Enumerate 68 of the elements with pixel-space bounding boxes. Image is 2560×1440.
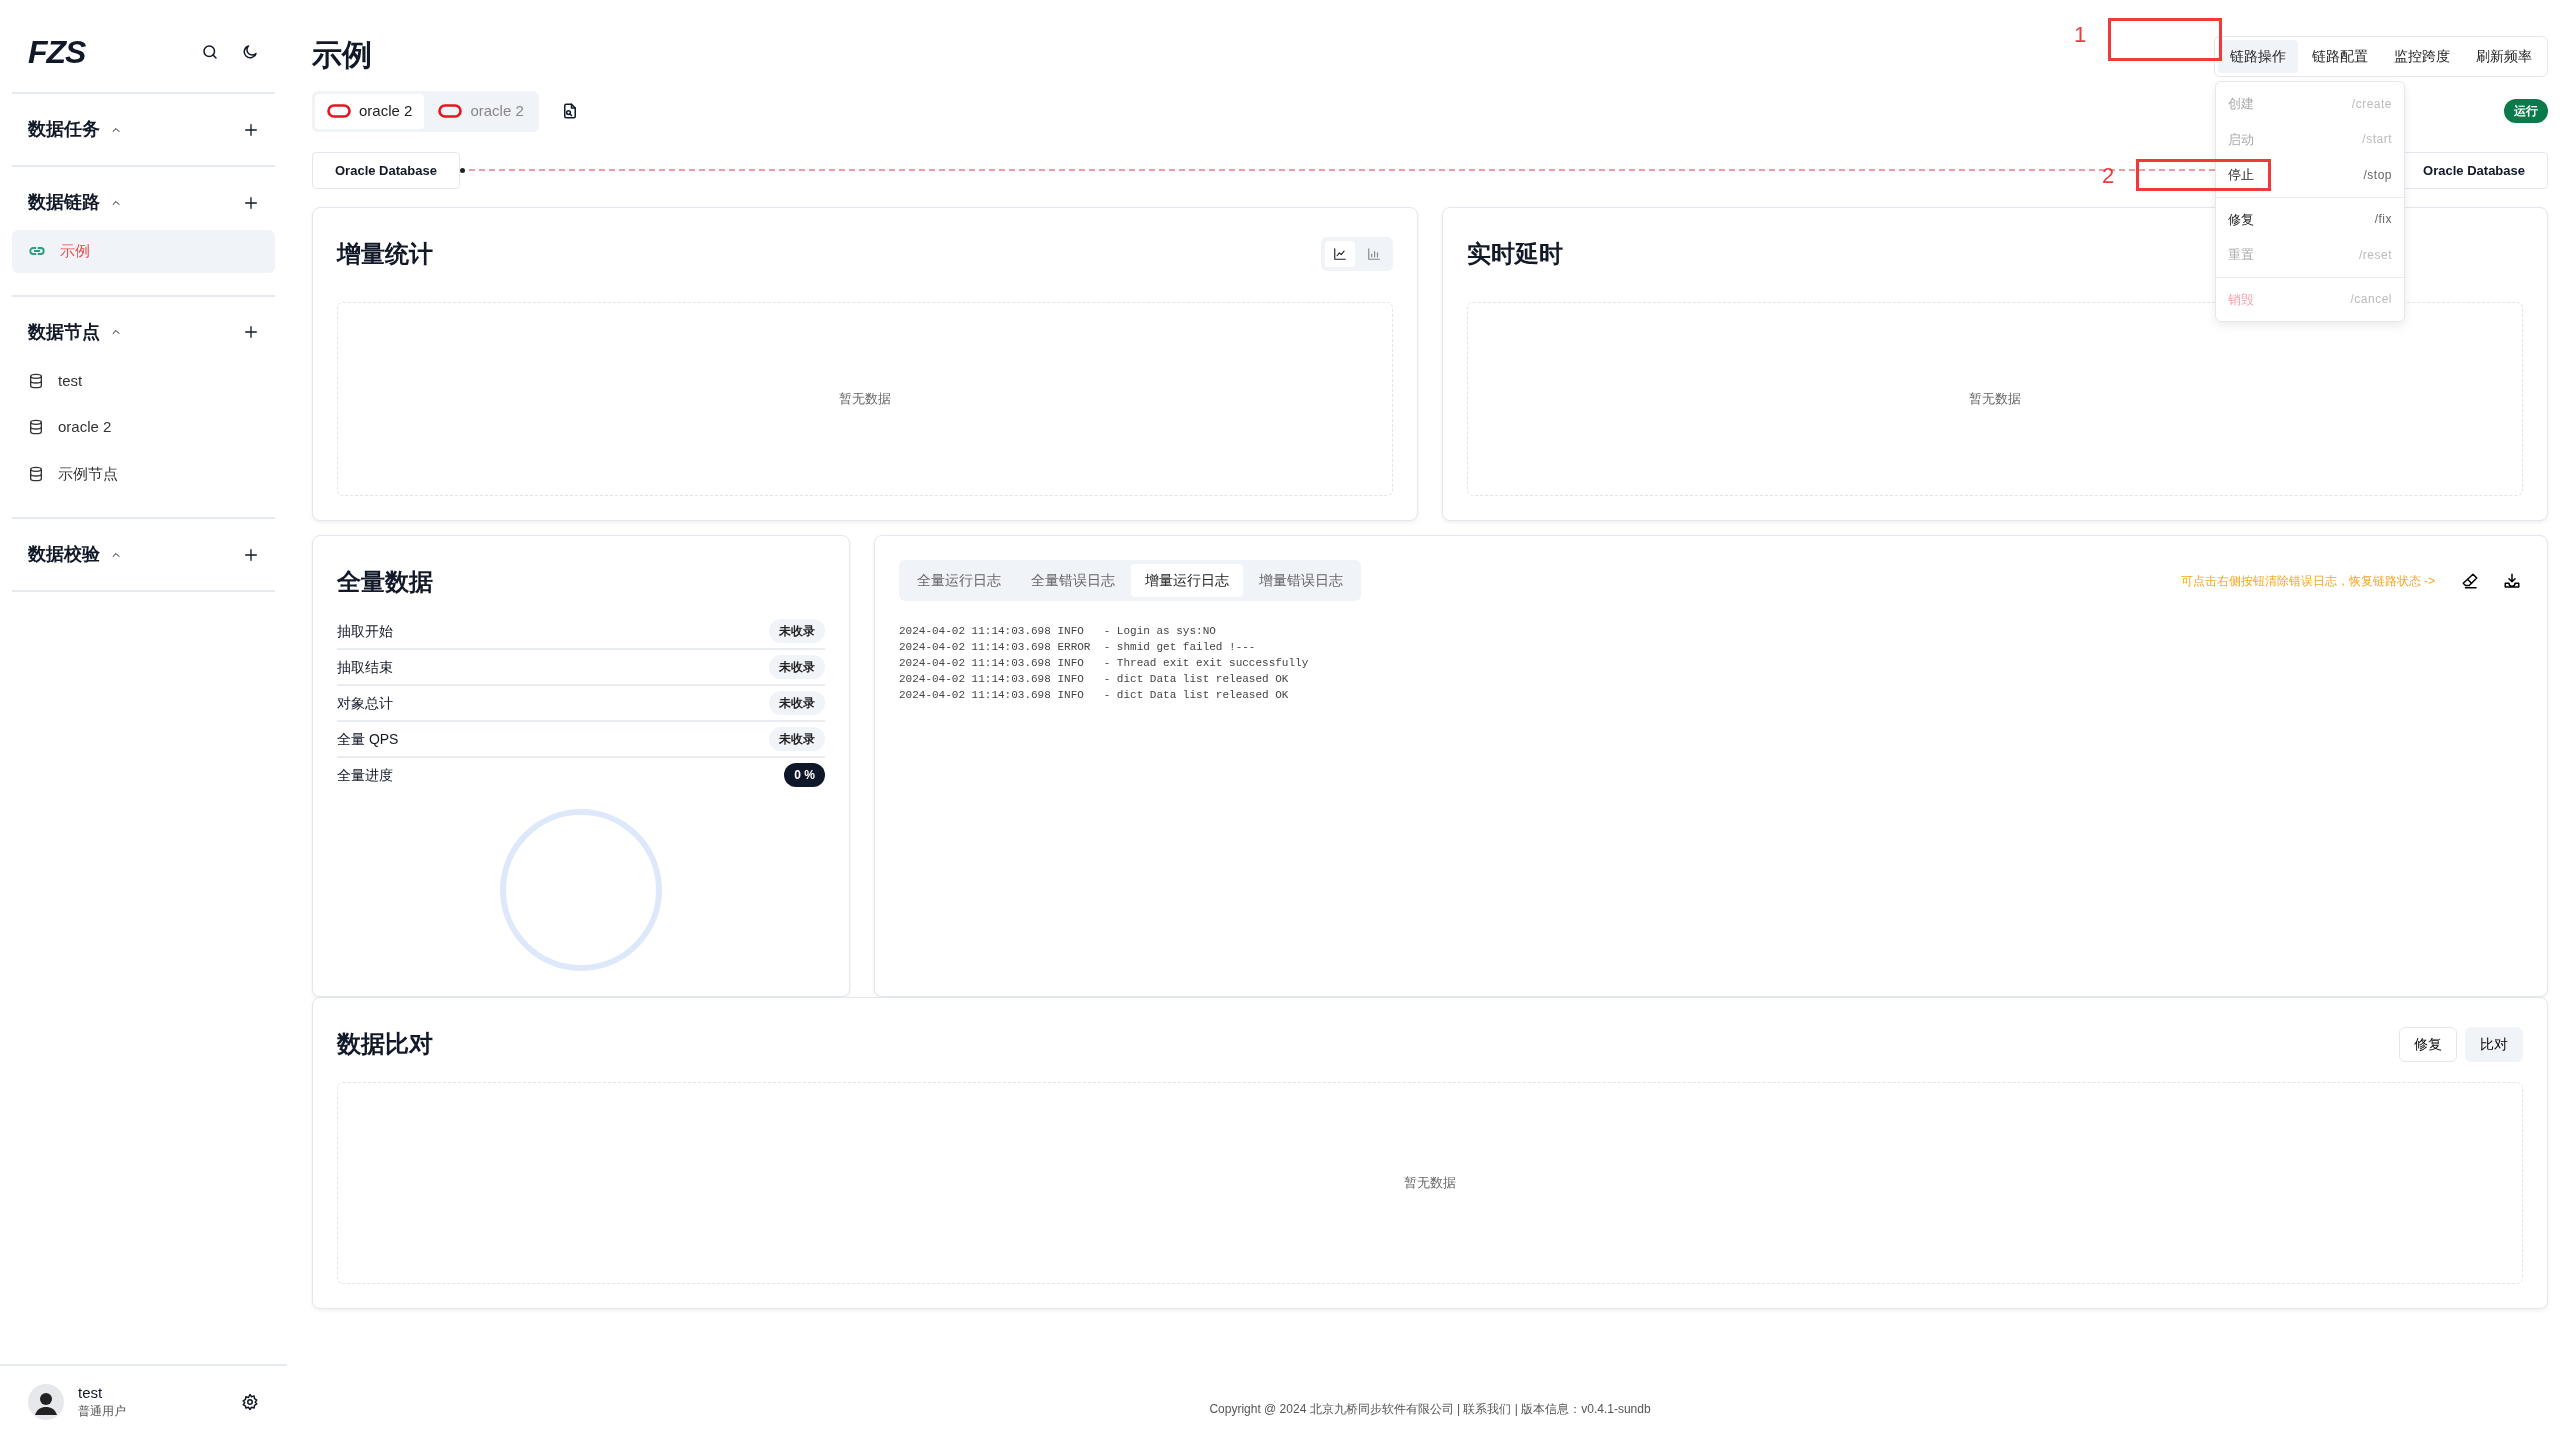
- status-pill: 0 %: [784, 763, 825, 787]
- compare-action-button[interactable]: 比对: [2465, 1026, 2523, 1062]
- status-pill: 未收录: [769, 727, 825, 751]
- section-title[interactable]: 数据任务: [28, 116, 100, 143]
- log-line: 2024-04-02 11:14:03.698 INFO - Thread exit exit successfully: [899, 656, 1310, 671]
- header-tab[interactable]: 链路配置: [2300, 40, 2380, 73]
- database-icon: [28, 419, 44, 436]
- sidebar-item[interactable]: oracle 2: [12, 406, 275, 449]
- card-title: 数据比对: [337, 1029, 433, 1059]
- status-pill: 未收录: [769, 655, 825, 679]
- sidebar-item[interactable]: test: [12, 359, 275, 402]
- annotation-number: 2: [2102, 165, 2115, 187]
- header-tab[interactable]: 链路操作: [2218, 40, 2298, 73]
- connector-dot: [459, 167, 465, 173]
- footer-text: Copyright @ 2024 北京九桥同步软件有限公司 | 联系我们 | 版本信息：v0.4.1-sundb: [1208, 1401, 1652, 1418]
- database-icon: [28, 465, 44, 482]
- source-node: Oracle Database: [312, 151, 460, 189]
- card-title: 全量数据: [337, 567, 433, 597]
- ring-icon: [327, 104, 351, 119]
- header-tab[interactable]: 刷新频率: [2464, 40, 2544, 73]
- status-badge: 运行: [2504, 99, 2548, 124]
- sidebar-item[interactable]: 示例节点: [12, 452, 275, 495]
- compare-action-button[interactable]: 修复: [2399, 1026, 2457, 1062]
- database-icon: [28, 372, 44, 389]
- annotation-number: 1: [2074, 24, 2087, 46]
- card-title: 实时延时: [1467, 239, 1563, 269]
- section-title[interactable]: 数据节点: [28, 318, 100, 346]
- moon-icon[interactable]: [241, 43, 259, 61]
- log-tab[interactable]: 增量运行日志: [1131, 564, 1243, 597]
- search-icon[interactable]: [201, 43, 219, 61]
- hint-text: 可点击右侧按钮清除错误日志，恢复链路状态 ->: [2180, 572, 2435, 590]
- log-line: 2024-04-02 11:14:03.698 INFO - dict Data list released OK: [899, 688, 1290, 703]
- log-tab[interactable]: 增量错误日志: [1245, 564, 1357, 597]
- status-pill: 未收录: [769, 619, 825, 643]
- status-pill: 未收录: [769, 691, 825, 715]
- empty-text: 暂无数据: [839, 390, 891, 409]
- row-label: 抽取开始: [337, 621, 393, 641]
- plus-icon[interactable]: [243, 546, 259, 563]
- line-chart-icon: [1333, 247, 1347, 261]
- user-name: test: [78, 1384, 104, 1402]
- card-title: 增量统计: [337, 239, 433, 269]
- log-line: 2024-04-02 11:14:03.698 INFO - Login as sys:NO: [899, 624, 1217, 639]
- log-tab[interactable]: 全量运行日志: [903, 564, 1015, 597]
- menu-item[interactable]: 修复 /fix: [2216, 201, 2404, 237]
- log-tab[interactable]: 全量错误日志: [1017, 564, 1129, 597]
- row-label: 对象总计: [337, 693, 393, 713]
- ring-icon: [438, 104, 463, 119]
- avatar-icon: [28, 1384, 64, 1420]
- empty-text: 暂无数据: [1404, 1174, 1456, 1193]
- log-line: 2024-04-02 11:14:03.698 ERROR - shmid get failed !---: [899, 640, 1257, 655]
- log-line: 2024-04-02 11:14:03.698 INFO - dict Data list released OK: [899, 672, 1290, 687]
- source-tab[interactable]: oracle 2: [315, 94, 425, 129]
- row-label: 全量 QPS: [337, 729, 399, 749]
- settings-icon[interactable]: [241, 1393, 259, 1411]
- section-title[interactable]: 数据校验: [28, 541, 100, 568]
- plus-icon[interactable]: [243, 194, 259, 211]
- header-tab[interactable]: 监控跨度: [2382, 40, 2462, 73]
- user-role: 普通用户: [78, 1403, 126, 1420]
- row-label: 全量进度: [337, 765, 393, 785]
- logo: FZS: [28, 36, 86, 68]
- plus-icon[interactable]: [243, 324, 259, 340]
- plus-icon[interactable]: [243, 121, 259, 138]
- row-label: 抽取结束: [337, 657, 393, 677]
- page-title: 示例: [312, 36, 372, 73]
- chart-toggle[interactable]: [1325, 241, 1355, 267]
- empty-text: 暂无数据: [1969, 390, 2021, 409]
- section-title[interactable]: 数据链路: [28, 189, 100, 216]
- bar-chart-icon: [1367, 247, 1381, 261]
